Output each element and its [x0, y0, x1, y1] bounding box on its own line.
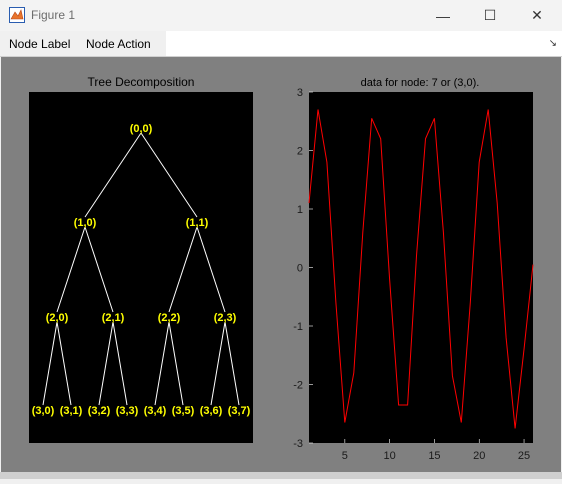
y-tick-label: 2: [297, 146, 303, 158]
menu-bar: Node Label Node Action ↘: [0, 31, 562, 57]
y-tick-label: -1: [293, 321, 303, 333]
tree-node-label[interactable]: (2,0): [46, 312, 69, 324]
menu-node-label[interactable]: Node Label: [9, 37, 70, 51]
tree-node-label[interactable]: (3,3): [116, 405, 139, 417]
y-tick-label: 1: [297, 204, 303, 216]
minimize-icon: —: [436, 7, 450, 24]
maximize-icon: ☐: [483, 7, 497, 23]
tree-node-label[interactable]: (3,5): [172, 405, 195, 417]
tree-node-label[interactable]: (3,7): [228, 405, 251, 417]
tree-node-label[interactable]: (3,2): [88, 405, 111, 417]
tree-node-label[interactable]: (2,3): [214, 312, 237, 324]
chart-title: data for node: 7 or (3,0).: [361, 77, 480, 89]
maximize-button[interactable]: ☐: [467, 0, 513, 31]
title-bar: Figure 1 — ☐ ✕: [0, 0, 562, 31]
tree-title: Tree Decomposition: [88, 75, 195, 89]
tree-node-label[interactable]: (3,0): [32, 405, 55, 417]
close-button[interactable]: ✕: [514, 0, 560, 31]
tree-node-label[interactable]: (1,1): [186, 217, 209, 229]
tree-node-label[interactable]: (0,0): [130, 123, 153, 135]
bottom-strip: [0, 472, 562, 479]
tree-axes: [29, 92, 253, 443]
x-tick-label: 10: [384, 450, 396, 462]
x-tick-label: 5: [342, 450, 348, 462]
minimize-button[interactable]: —: [420, 0, 466, 31]
tree-node-label[interactable]: (3,6): [200, 405, 223, 417]
close-icon: ✕: [531, 7, 543, 23]
y-tick-label: 0: [297, 263, 303, 275]
window-title: Figure 1: [31, 8, 76, 22]
resize-icon: ↘: [548, 38, 557, 49]
y-tick-label: 3: [297, 87, 303, 99]
x-tick-label: 25: [518, 450, 530, 462]
y-tick-label: -3: [293, 438, 303, 450]
tree-node-label[interactable]: (2,1): [102, 312, 125, 324]
tree-node-label[interactable]: (2,2): [158, 312, 181, 324]
tree-node-label[interactable]: (1,0): [74, 217, 97, 229]
x-tick-label: 15: [428, 450, 440, 462]
x-tick-label: 20: [473, 450, 485, 462]
menu-node-action[interactable]: Node Action: [86, 37, 151, 51]
tree-node-label[interactable]: (3,4): [144, 405, 167, 417]
figure-svg: Tree Decomposition (0,0) (1,0) (1,1) (2,0) (…: [29, 75, 534, 462]
figure-canvas: Tree Decomposition (0,0) (1,0) (1,1) (2,0) (…: [1, 57, 561, 479]
tree-node-label[interactable]: (3,1): [60, 405, 83, 417]
y-tick-label: -2: [293, 380, 303, 392]
matlab-figure-icon: [9, 7, 25, 23]
